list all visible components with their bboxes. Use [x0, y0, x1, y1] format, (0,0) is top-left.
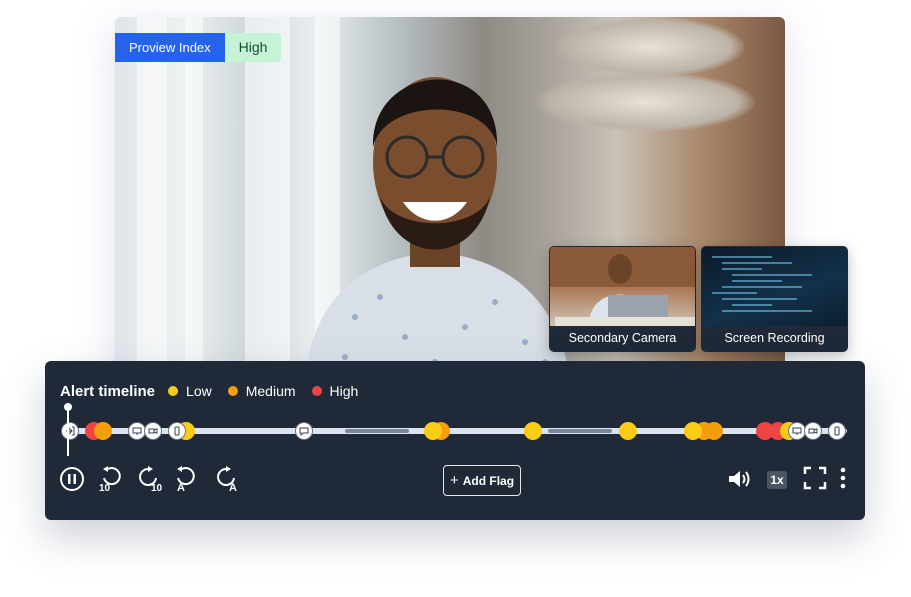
camera-icon[interactable]	[144, 422, 162, 440]
forward-seconds: 10	[151, 483, 163, 494]
camera-icon[interactable]	[804, 422, 822, 440]
legend-medium: Medium	[227, 383, 296, 399]
playback-control-panel: Alert timeline Low Medium High 10 10 A A…	[45, 361, 865, 520]
secondary-camera-caption: Secondary Camera	[550, 326, 695, 351]
alert-timeline-title: Alert timeline	[60, 382, 156, 400]
alert-marker-low[interactable]	[684, 422, 702, 440]
forward-10-button[interactable]: 10	[135, 466, 163, 494]
proview-index-label: Proview Index	[115, 33, 225, 62]
phone-icon[interactable]	[168, 422, 186, 440]
high-dot-icon	[311, 386, 322, 396]
pause-icon	[60, 467, 84, 491]
previous-alert-letter: A	[177, 482, 185, 494]
chat-icon[interactable]	[295, 422, 313, 440]
legend-high-label: High	[329, 383, 359, 399]
proview-index-value: High	[224, 33, 282, 62]
alert-marker-low[interactable]	[424, 422, 442, 440]
secondary-camera-image	[550, 247, 695, 327]
alert-timeline-legend: Alert timeline Low Medium High	[60, 381, 374, 401]
playback-speed-button[interactable]: 1x	[767, 471, 787, 489]
next-alert-button[interactable]: A	[213, 466, 239, 494]
screen-recording-thumbnail[interactable]: Screen Recording	[701, 246, 848, 352]
secondary-camera-thumbnail[interactable]: Secondary Camera	[549, 246, 696, 352]
rewind-10-button[interactable]: 10	[99, 466, 125, 494]
candidate-person	[305, 77, 570, 377]
add-flag-label: Add Flag	[462, 473, 515, 488]
login-icon[interactable]	[61, 422, 79, 440]
volume-icon	[729, 471, 750, 487]
next-alert-letter: A	[229, 482, 237, 494]
legend-low: Low	[168, 383, 212, 399]
more-options-button[interactable]	[837, 466, 849, 490]
proview-index-tag: Proview Index High	[115, 33, 282, 62]
legend-high: High	[311, 383, 359, 399]
rewind-seconds: 10	[99, 483, 111, 494]
timeline-playhead[interactable]	[64, 403, 72, 456]
timeline-gap-segment	[548, 429, 612, 433]
medium-dot-icon	[227, 386, 238, 396]
legend-medium-label: Medium	[245, 383, 296, 399]
screen-recording-caption: Screen Recording	[702, 326, 847, 351]
alert-marker-low[interactable]	[619, 422, 637, 440]
plus-icon: +	[449, 472, 459, 489]
phone-icon[interactable]	[828, 422, 846, 440]
kebab-menu-icon	[840, 467, 846, 489]
alert-marker-low[interactable]	[524, 422, 542, 440]
timeline-gap-segment	[345, 429, 409, 433]
low-dot-icon	[168, 386, 179, 396]
add-flag-button[interactable]: + Add Flag	[443, 465, 521, 496]
alert-marker-medium[interactable]	[94, 422, 112, 440]
previous-alert-button[interactable]: A	[173, 466, 199, 494]
volume-button[interactable]	[727, 466, 753, 492]
fullscreen-icon	[803, 466, 827, 490]
legend-low-label: Low	[186, 383, 212, 399]
fullscreen-button[interactable]	[803, 466, 827, 490]
screen-recording-image	[712, 256, 812, 312]
pause-button[interactable]	[59, 466, 85, 492]
timeline-track[interactable]	[61, 422, 847, 440]
